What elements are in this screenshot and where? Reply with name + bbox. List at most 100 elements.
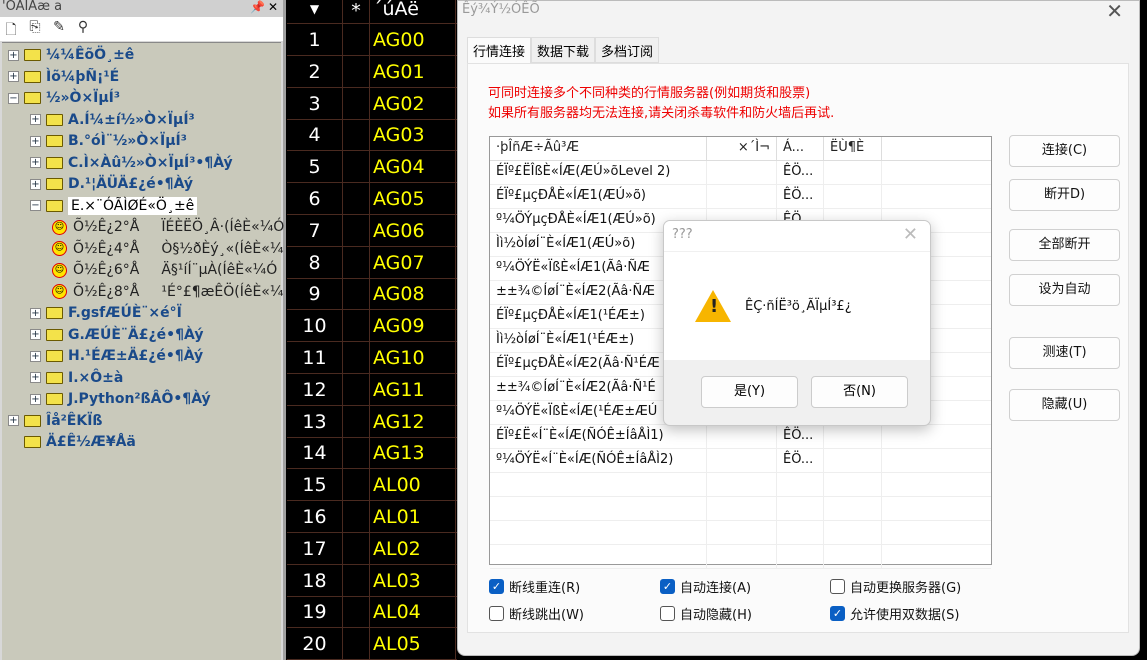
tree-node[interactable]: + C.Ì×Àû½»Ò×ÏµÍ³•¶Àý bbox=[30, 153, 233, 173]
tree-node[interactable]: ☺ Õ½Ê¿6°Å Ä§¹íÍ¨µÀ(ÍêÈ«¼Ó bbox=[52, 260, 277, 280]
tree-node[interactable]: + I.×Ô±à bbox=[30, 368, 123, 388]
disconnect-all-button[interactable]: 全部断开 bbox=[1009, 229, 1120, 261]
expand-icon[interactable]: + bbox=[30, 178, 41, 190]
disconnect-button[interactable]: 断开D) bbox=[1009, 179, 1120, 211]
expand-icon[interactable]: + bbox=[30, 393, 41, 405]
grid-row[interactable]: 1 AG00 bbox=[287, 24, 457, 56]
option-checkbox[interactable]: ✓ 断线重连(R) bbox=[489, 577, 580, 596]
grid-row[interactable]: 15 AL00 bbox=[287, 469, 457, 502]
grid-row[interactable]: 6 AG05 bbox=[287, 183, 457, 215]
grid-row[interactable]: 8 AG07 bbox=[287, 246, 457, 279]
grid-row[interactable]: 17 AL02 bbox=[287, 532, 457, 565]
tree-node[interactable]: ☺ Õ½Ê¿8°Å ¹É°£¶æÊÖ(ÍêÈ«¼ bbox=[52, 282, 283, 302]
pin-icon[interactable]: 📌 bbox=[250, 0, 265, 14]
new-file-icon[interactable]: 🗋 bbox=[2, 19, 20, 39]
search-icon[interactable]: ⚲ bbox=[74, 19, 92, 39]
expand-icon[interactable]: + bbox=[8, 415, 19, 426]
grid-row[interactable]: 9 AG08 bbox=[287, 278, 457, 311]
grid-row[interactable]: 13 AG12 bbox=[287, 405, 457, 438]
yes-button[interactable]: 是(Y) bbox=[701, 376, 798, 408]
expand-icon[interactable]: + bbox=[8, 49, 19, 61]
grid-row[interactable]: 10 AG09 bbox=[287, 310, 457, 343]
tree-node[interactable]: + ¼¼ÊõÖ¸±ê bbox=[8, 45, 134, 65]
close-icon[interactable]: ✕ bbox=[903, 224, 918, 245]
grid-row[interactable]: 20 AL05 bbox=[287, 628, 457, 660]
grid-row[interactable]: 4 AG03 bbox=[287, 119, 457, 152]
tree-node[interactable]: + H.¹ÉÆ±Ä£¿é•¶Àý bbox=[30, 346, 203, 366]
connect-button[interactable]: 连接(C) bbox=[1009, 135, 1120, 167]
tree-node[interactable]: ☺ Õ½Ê¿4°Å Ò§½ðÈý¸«(ÍêÈ«¼ bbox=[52, 239, 283, 259]
option-checkbox[interactable]: 自动隐藏(H) bbox=[660, 604, 752, 623]
sort-header[interactable]: ▼ bbox=[287, 0, 343, 23]
col-server-name[interactable]: ·þÎñÆ÷Ãû³Æ bbox=[490, 137, 707, 160]
tree-node[interactable]: + Ìõ¼þÑ¡¹É bbox=[8, 67, 119, 87]
col-status[interactable]: ×´Ì¬ bbox=[707, 137, 777, 160]
tree-node[interactable]: + B.°óÌ¨½»Ò×ÏµÍ³ bbox=[30, 131, 187, 151]
tree-node[interactable]: ☺ Õ½Ê¿2°Å ÏÉÈËÖ¸Â·(ÍêÈ«¼Ó bbox=[52, 217, 284, 237]
close-icon[interactable]: ✕ bbox=[1106, 0, 1123, 23]
server-row[interactable]: ÉÏº£ËÎßÈ«ÍÆ(ÆÚ»õLevel 2) ÊÖ... bbox=[490, 161, 991, 185]
checkbox-icon[interactable] bbox=[489, 606, 504, 621]
grid-row[interactable]: 12 AG11 bbox=[287, 373, 457, 406]
speed-test-button[interactable]: 测速(T) bbox=[1009, 337, 1120, 369]
expand-icon[interactable]: + bbox=[30, 329, 41, 340]
option-checkbox[interactable]: ✓ 自动连接(A) bbox=[660, 577, 751, 596]
tree-node[interactable]: − E.×¨ÓÃÌØÉ«Ö¸±ê bbox=[30, 196, 198, 216]
server-connect: ÊÖ... bbox=[777, 449, 824, 472]
server-row[interactable]: ÉÏº£Ë«Í¨È«ÍÆ(ÑÓÊ±ÍâÅÌ1) ÊÖ... bbox=[490, 425, 991, 449]
star-cell bbox=[343, 151, 370, 183]
expand-icon[interactable]: + bbox=[30, 307, 41, 319]
grid-row[interactable]: 3 AG02 bbox=[287, 87, 457, 120]
tree-node[interactable]: + Îå²ÊKÏß bbox=[8, 411, 102, 431]
expand-icon[interactable]: + bbox=[30, 372, 41, 383]
checkbox-icon[interactable] bbox=[660, 606, 675, 621]
code-cell: AG04 bbox=[370, 151, 456, 183]
star-cell bbox=[343, 278, 370, 310]
hide-button[interactable]: 隐藏(U) bbox=[1009, 389, 1120, 421]
tree-node[interactable]: + A.Í¼±í½»Ò×ÏµÍ³ bbox=[30, 110, 195, 130]
add-page-icon[interactable]: ⎘ bbox=[26, 19, 44, 39]
row-number: 1 bbox=[287, 24, 343, 55]
grid-row[interactable]: 7 AG06 bbox=[287, 214, 457, 247]
star-header[interactable]: * bbox=[343, 0, 370, 23]
col-speed[interactable]: ËÙ¶È bbox=[824, 137, 882, 160]
tab-depth-subscribe[interactable]: 多档订阅 bbox=[595, 37, 660, 63]
grid-row[interactable]: 18 AL03 bbox=[287, 564, 457, 597]
checkbox-icon[interactable]: ✓ bbox=[830, 606, 845, 621]
option-checkbox[interactable]: 断线跳出(W) bbox=[489, 604, 584, 623]
checkbox-icon[interactable] bbox=[830, 579, 845, 594]
option-checkbox[interactable]: ✓ 允许使用双数据(S) bbox=[830, 604, 959, 623]
tab-quote-connect[interactable]: 行情连接 bbox=[467, 37, 532, 64]
collapse-icon[interactable]: − bbox=[30, 200, 41, 211]
collapse-icon[interactable]: − bbox=[8, 92, 19, 104]
close-icon[interactable]: ✕ bbox=[268, 0, 278, 14]
expand-icon[interactable]: + bbox=[30, 135, 41, 147]
tree-node[interactable]: + F.gsfÆÚÈ¨×é°Ï bbox=[30, 303, 182, 323]
tree-node[interactable]: + J.Python²ßÂÔ•¶Àý bbox=[30, 389, 211, 409]
tree-node[interactable]: + G.ÆÚÈ¨Ä£¿é•¶Àý bbox=[30, 325, 203, 345]
option-checkbox[interactable]: 自动更换服务器(G) bbox=[830, 577, 961, 596]
expand-icon[interactable]: + bbox=[30, 350, 41, 362]
tree-node[interactable]: Ä£Ê½Æ¥Åä bbox=[8, 432, 136, 452]
grid-row[interactable]: 19 AL04 bbox=[287, 596, 457, 629]
code-header[interactable]: ´úÂë bbox=[370, 0, 456, 23]
server-row[interactable]: º¼ÖÝË«Í¨È«ÍÆ(ÑÓÊ±ÍâÅÌ2) ÊÖ... bbox=[490, 449, 991, 473]
server-row[interactable]: ÉÏº£µçÐÅÈ«ÍÆ1(ÆÚ»õ) ÊÖ... bbox=[490, 185, 991, 209]
set-auto-button[interactable]: 设为自动 bbox=[1009, 274, 1120, 306]
grid-row[interactable]: 11 AG10 bbox=[287, 342, 457, 374]
expand-icon[interactable]: + bbox=[30, 114, 41, 125]
checkbox-icon[interactable]: ✓ bbox=[660, 579, 675, 594]
checkbox-icon[interactable]: ✓ bbox=[489, 579, 504, 594]
grid-row[interactable]: 2 AG01 bbox=[287, 55, 457, 88]
grid-row[interactable]: 14 AG13 bbox=[287, 437, 457, 470]
tree-node[interactable]: − ½»Ò×ÏµÍ³ bbox=[8, 88, 120, 108]
no-button[interactable]: 否(N) bbox=[811, 376, 908, 408]
tree-node[interactable]: + D.¹¦ÄÜÄ£¿é•¶Àý bbox=[30, 174, 193, 194]
grid-row[interactable]: 16 AL01 bbox=[287, 501, 457, 533]
expand-icon[interactable]: + bbox=[30, 157, 41, 168]
grid-row[interactable]: 5 AG04 bbox=[287, 151, 457, 184]
tab-data-download[interactable]: 数据下载 bbox=[531, 37, 596, 63]
edit-icon[interactable]: ✎ bbox=[50, 19, 68, 39]
expand-icon[interactable]: + bbox=[8, 71, 19, 82]
col-connect[interactable]: Á... bbox=[777, 137, 824, 160]
